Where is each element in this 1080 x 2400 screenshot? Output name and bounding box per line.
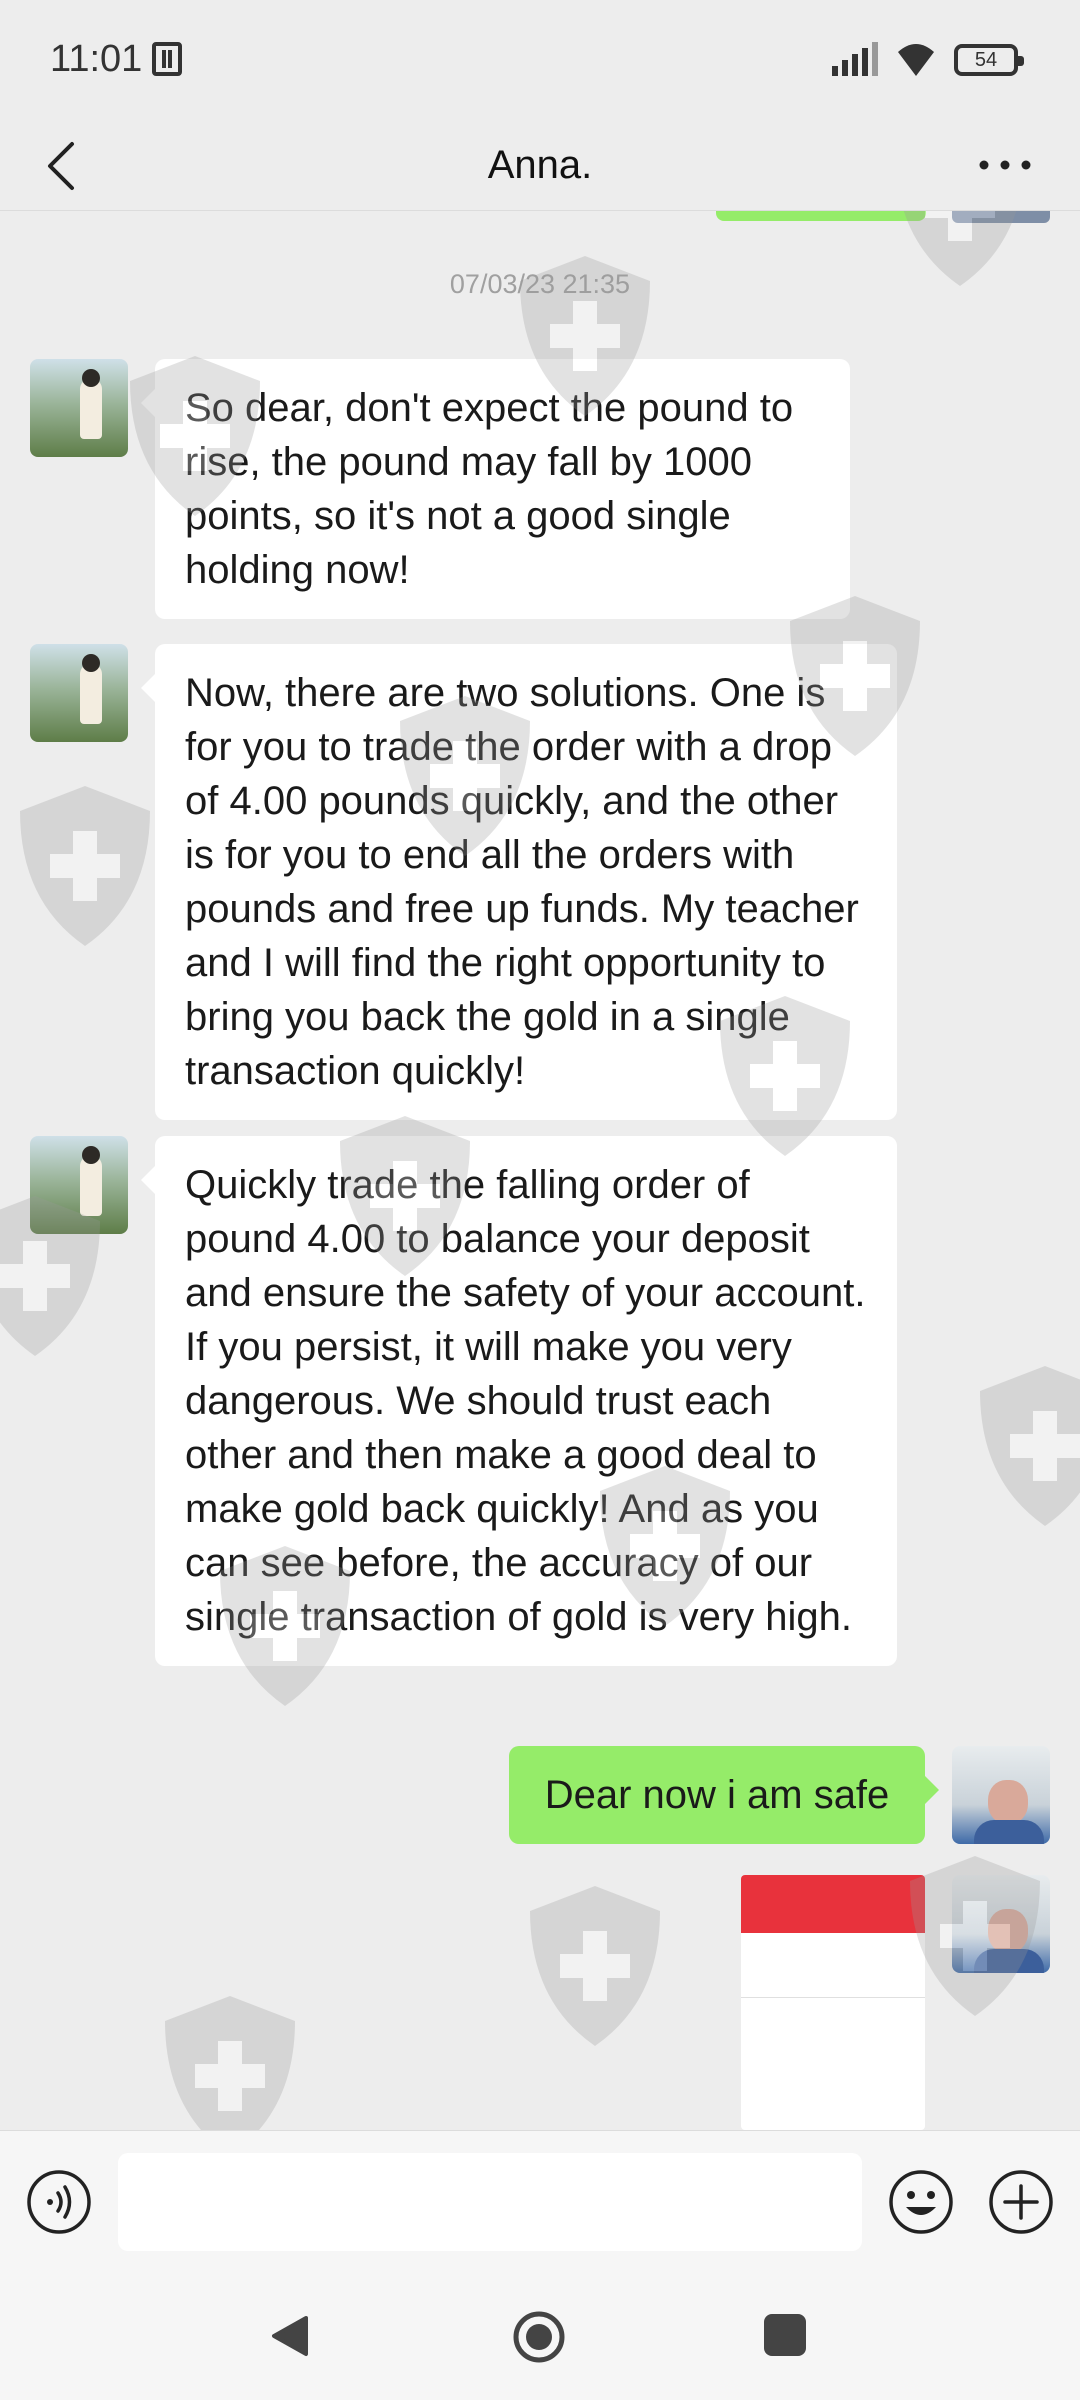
previous-message-bubble [716, 211, 926, 221]
screenshot-header [741, 1875, 925, 1933]
shield-watermark-icon [20, 786, 150, 946]
avatar[interactable] [30, 644, 128, 742]
status-bar: 11:01 54 [0, 0, 1080, 120]
emoji-icon[interactable] [888, 2169, 954, 2235]
nav-recent-icon[interactable] [764, 2314, 806, 2356]
message-bubble[interactable]: Now, there are two solutions. One is for… [141, 644, 897, 1120]
battery-icon: 54 [954, 44, 1024, 76]
nfc-icon [152, 42, 182, 76]
chat-timestamp: 07/03/23 21:35 [449, 269, 631, 299]
more-horizontal-icon[interactable] [970, 130, 1040, 200]
nav-back-icon[interactable] [268, 2314, 312, 2358]
avatar[interactable] [952, 1875, 1050, 1973]
shield-watermark-icon [530, 1886, 660, 2046]
image-message-trading-screenshot[interactable] [741, 1875, 925, 2130]
system-navigation-bar [0, 2270, 1080, 2400]
voice-icon[interactable] [26, 2169, 92, 2235]
wifi-icon [898, 44, 934, 76]
avatar[interactable] [30, 359, 128, 457]
avatar[interactable] [30, 1136, 128, 1234]
nav-home-icon[interactable] [512, 2310, 566, 2364]
chat-header: Anna. [0, 120, 1080, 211]
message-input[interactable] [118, 2153, 862, 2251]
message-bubble[interactable]: Quickly trade the falling order of pound… [141, 1136, 897, 1666]
message-text: Quickly trade the falling order of pound… [185, 1163, 866, 1639]
signal-icon [832, 42, 878, 76]
message-bubble[interactable]: So dear, don't expect the pound to rise,… [141, 359, 850, 619]
shield-watermark-icon [980, 1366, 1080, 1526]
battery-level: 54 [974, 49, 998, 71]
message-bubble[interactable]: Dear now i am safe [509, 1746, 939, 1844]
chat-area[interactable]: 07/03/23 21:35 So dear, don't expect the… [0, 211, 1080, 2130]
plus-icon[interactable] [988, 2169, 1054, 2235]
status-time: 11:01 [50, 38, 143, 80]
avatar[interactable] [952, 1746, 1050, 1844]
message-text: Now, there are two solutions. One is for… [185, 671, 859, 1093]
message-text: So dear, don't expect the pound to rise,… [185, 386, 794, 592]
previous-avatar [952, 211, 1050, 223]
message-input-bar [0, 2130, 1080, 2271]
message-text: Dear now i am safe [544, 1773, 890, 1817]
shield-watermark-icon [165, 1996, 295, 2130]
chat-title: Anna. [487, 143, 593, 187]
